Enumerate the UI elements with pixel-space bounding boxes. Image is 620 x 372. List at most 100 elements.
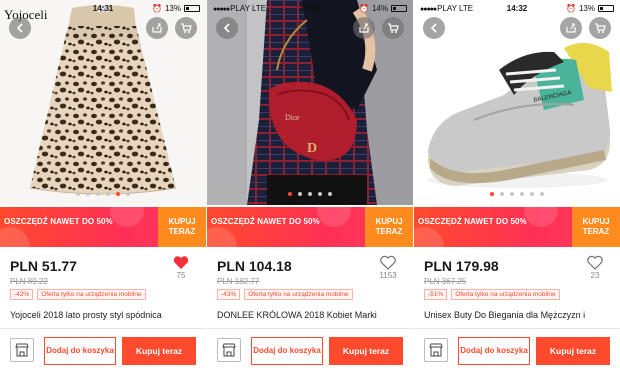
store-button[interactable]	[10, 338, 34, 362]
product-screen-skirt: 14:31 ⏰ 13% Yojoceli OSZCZĘDŹ NAWET DO 5…	[0, 0, 206, 372]
mobile-only-badge: Oferta tylko na urządzenia mobilne	[244, 289, 353, 300]
status-bar: ●●●●● PLAY LTE 14:32 ⏰ 13%	[414, 0, 620, 16]
product-title: Yojoceli 2018 lato prosty styl spódnica	[10, 310, 162, 320]
store-icon	[429, 343, 443, 357]
cart-icon	[595, 23, 606, 33]
favorite-count: 23	[590, 271, 600, 280]
status-bar: ●●●●● PLAY LTE 14:30 ⏰ 14%	[207, 0, 413, 16]
promo-text: OSZCZĘDŹ NAWET DO 50%	[4, 217, 113, 226]
chevron-left-icon	[223, 23, 230, 33]
battery-icon	[391, 4, 407, 12]
promo-text: OSZCZĘDŹ NAWET DO 50%	[211, 217, 320, 226]
share-icon	[566, 23, 576, 33]
pager-dot	[328, 192, 332, 196]
pager-dot	[500, 192, 504, 196]
discount-badge: -51%	[424, 289, 448, 300]
promo-decoration	[414, 227, 444, 247]
heart-filled-icon	[173, 256, 189, 269]
product-screen-handbag: Dior D ●●●●● PLAY LTE 14:30 ⏰ 14% OSZCZĘ	[207, 0, 413, 372]
promo-buy-button[interactable]: KUPUJ TERAZ	[158, 207, 206, 247]
discount-row: -43% Oferta tylko na urządzenia mobilne	[217, 289, 353, 300]
mobile-only-badge: Oferta tylko na urządzenia mobilne	[37, 289, 146, 300]
pager-dot-active	[288, 192, 292, 196]
image-pager-dots	[207, 192, 413, 196]
pager-dot	[318, 192, 322, 196]
promo-decoration	[207, 227, 237, 247]
bottom-action-bar: Dodaj do koszyka Kupuj teraz	[414, 328, 620, 372]
discount-row: -51% Oferta tylko na urządzenia mobilne	[424, 289, 560, 300]
heart-outline-icon	[380, 255, 396, 270]
cart-button[interactable]	[589, 17, 611, 39]
promo-buy-button[interactable]: KUPUJ TERAZ	[572, 207, 620, 247]
pager-dot	[96, 192, 100, 196]
cart-button[interactable]	[382, 17, 404, 39]
promo-text: OSZCZĘDŹ NAWET DO 50%	[418, 217, 527, 226]
discount-badge: -43%	[217, 289, 241, 300]
buy-now-button[interactable]: Kupuj teraz	[536, 337, 610, 365]
price: PLN 51.77	[10, 258, 77, 274]
battery-icon	[184, 4, 200, 12]
back-button[interactable]	[9, 17, 31, 39]
store-icon	[222, 343, 236, 357]
pager-dot	[126, 192, 130, 196]
add-to-cart-button[interactable]: Dodaj do koszyka	[251, 337, 323, 365]
pager-dot	[510, 192, 514, 196]
old-price: PLN 367.25	[424, 277, 467, 286]
promo-decoration	[524, 207, 558, 227]
old-price: PLN 182.77	[217, 277, 260, 286]
heart-outline-icon	[587, 255, 603, 270]
product-title: Unisex Buty Do Biegania dla Mężczyzn i	[424, 310, 586, 320]
chevron-left-icon	[16, 23, 23, 33]
pager-dot	[520, 192, 524, 196]
promo-banner[interactable]: OSZCZĘDŹ NAWET DO 50% KUPUJ TERAZ	[414, 207, 620, 247]
chevron-left-icon	[430, 23, 437, 33]
promo-banner[interactable]: OSZCZĘDŹ NAWET DO 50% KUPUJ TERAZ	[207, 207, 413, 247]
battery-icon	[598, 4, 614, 12]
share-button[interactable]	[560, 17, 582, 39]
product-title: DONLEE KRÓLOWA 2018 Kobiet Marki	[217, 310, 377, 320]
price: PLN 104.18	[217, 258, 292, 274]
pager-dot	[308, 192, 312, 196]
cart-icon	[181, 23, 192, 33]
svg-text:Dior: Dior	[285, 113, 300, 122]
clock: 14:32	[506, 3, 528, 13]
share-button[interactable]	[353, 17, 375, 39]
favorite-button[interactable]: 1153	[373, 255, 403, 280]
buy-now-button[interactable]: Kupuj teraz	[122, 337, 196, 365]
cart-button[interactable]	[175, 17, 197, 39]
old-price: PLN 89.22	[10, 277, 48, 286]
favorite-button[interactable]: 75	[166, 255, 196, 280]
pager-dot	[76, 192, 80, 196]
bottom-action-bar: Dodaj do koszyka Kupuj teraz	[0, 328, 206, 372]
back-button[interactable]	[423, 17, 445, 39]
buy-now-button[interactable]: Kupuj teraz	[329, 337, 403, 365]
discount-row: -42% Oferta tylko na urządzenia mobilne	[10, 289, 146, 300]
pager-dot	[530, 192, 534, 196]
price: PLN 179.98	[424, 258, 499, 274]
share-icon	[359, 23, 369, 33]
favorite-count: 75	[176, 271, 186, 280]
share-icon	[152, 23, 162, 33]
promo-decoration	[0, 227, 30, 247]
mobile-only-badge: Oferta tylko na urządzenia mobilne	[451, 289, 560, 300]
clock: 14:30	[299, 3, 321, 13]
favorite-button[interactable]: 23	[580, 255, 610, 280]
add-to-cart-button[interactable]: Dodaj do koszyka	[458, 337, 530, 365]
promo-decoration	[317, 207, 351, 227]
discount-badge: -42%	[10, 289, 34, 300]
pager-dot-active	[490, 192, 494, 196]
back-button[interactable]	[216, 17, 238, 39]
promo-buy-button[interactable]: KUPUJ TERAZ	[365, 207, 413, 247]
share-button[interactable]	[146, 17, 168, 39]
promo-banner[interactable]: OSZCZĘDŹ NAWET DO 50% KUPUJ TERAZ	[0, 207, 206, 247]
product-screen-sneaker: BALENCIAGA ●●●●● PLAY LTE 14:32 ⏰ 13% OS…	[414, 0, 620, 372]
store-button[interactable]	[424, 338, 448, 362]
favorite-count: 1153	[379, 271, 397, 280]
pager-dot	[540, 192, 544, 196]
pager-dot-active	[116, 192, 120, 196]
image-pager-dots	[414, 192, 620, 196]
pager-dot	[86, 192, 90, 196]
store-button[interactable]	[217, 338, 241, 362]
add-to-cart-button[interactable]: Dodaj do koszyka	[44, 337, 116, 365]
store-icon	[15, 343, 29, 357]
